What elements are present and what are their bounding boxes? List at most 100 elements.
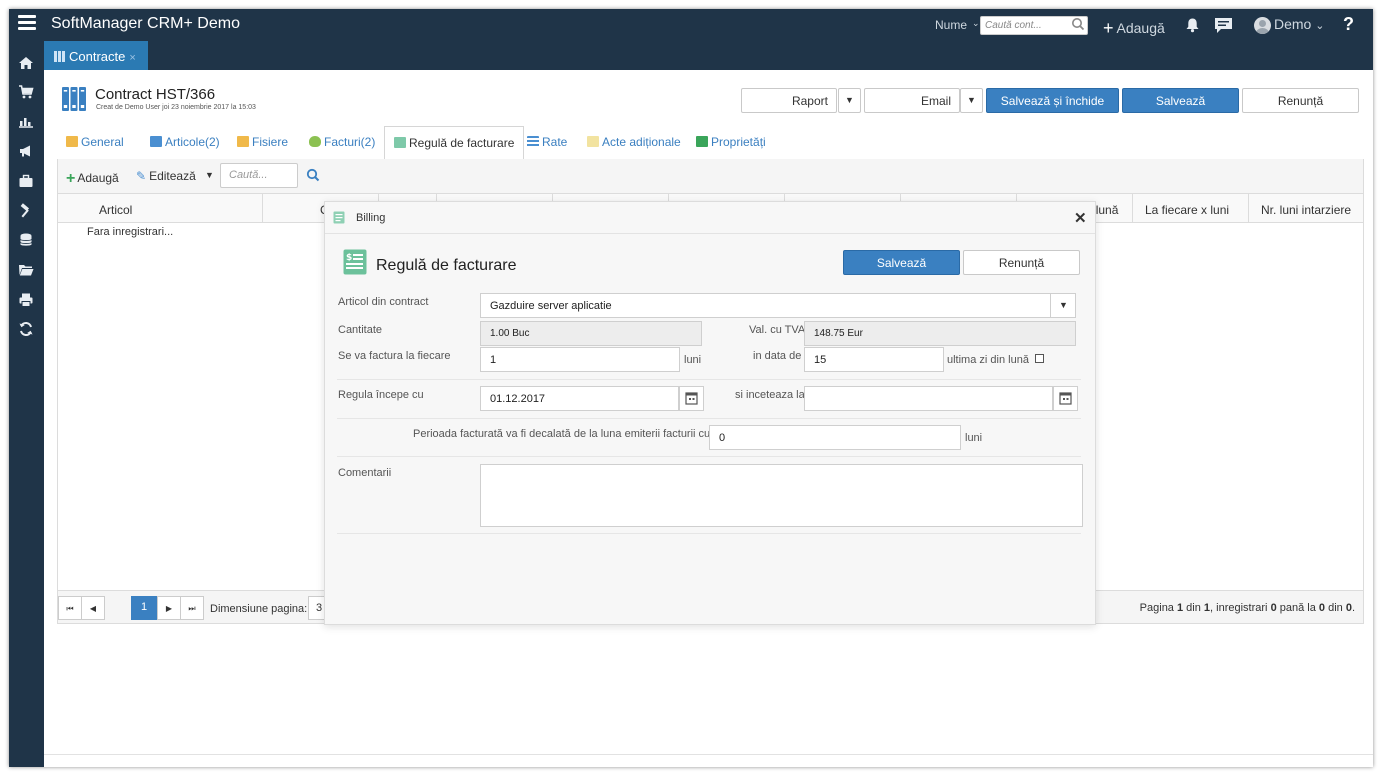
billing-document-icon: $: [343, 249, 367, 275]
user-menu[interactable]: Demo ⌄: [1254, 16, 1324, 34]
comments-label: Comentarii: [338, 467, 392, 479]
tab-contracte[interactable]: Contracte ×: [44, 41, 148, 70]
briefcase-icon[interactable]: [18, 173, 34, 189]
search-icon[interactable]: [306, 168, 320, 182]
prev-page-button[interactable]: ◀: [81, 596, 105, 620]
value-vat-field: 148.75 Eur: [804, 321, 1076, 346]
folder-icon: [66, 136, 78, 147]
app-title: SoftManager CRM+ Demo: [51, 15, 240, 32]
pager-text: , inregistrari: [1210, 602, 1271, 614]
current-page-button[interactable]: 1: [131, 596, 157, 620]
tab-general[interactable]: General: [57, 126, 133, 159]
grid-edit-button[interactable]: ✎ Editează: [136, 169, 196, 183]
add-label: Adaugă: [1116, 20, 1165, 36]
folder-icon[interactable]: [18, 262, 34, 278]
tab-label: Facturi(2): [324, 135, 376, 149]
grid-add-button[interactable]: + Adaugă: [66, 169, 119, 187]
cube-icon: [150, 136, 162, 147]
hammer-icon[interactable]: [18, 203, 34, 219]
tab-rate[interactable]: Rate: [518, 126, 576, 159]
dialog-save-button[interactable]: Salvează: [843, 250, 960, 275]
column-header[interactable]: Articol: [58, 194, 263, 222]
end-label: si inceteaza la: [735, 389, 805, 401]
dialog-header: Billing ✕: [325, 202, 1095, 234]
calendar-icon: [1059, 392, 1072, 405]
last-day-label: ultima zi din lună: [947, 354, 1029, 366]
article-label: Articol din contract: [338, 296, 429, 308]
column-header[interactable]: Nr. luni intarziere: [1249, 194, 1363, 222]
pager-text: Pagina: [1139, 602, 1177, 614]
comments-textarea[interactable]: [480, 464, 1083, 527]
search-scope-label[interactable]: Nume: [935, 18, 967, 32]
save-button[interactable]: Salvează: [1122, 88, 1239, 113]
start-date-input[interactable]: 01.12.2017: [480, 386, 679, 411]
help-icon[interactable]: ?: [1343, 14, 1354, 35]
dialog-cancel-button[interactable]: Renunță: [963, 250, 1080, 275]
user-name: Demo: [1274, 16, 1312, 32]
calendar-icon: [685, 392, 698, 405]
tab-articole[interactable]: Articole(2): [141, 126, 229, 159]
calendar-button[interactable]: [679, 386, 704, 411]
end-date-input[interactable]: [804, 386, 1053, 411]
first-page-button[interactable]: ⏮: [58, 596, 82, 620]
tab-proprietati[interactable]: Proprietăți: [687, 126, 775, 159]
refresh-icon[interactable]: [18, 321, 34, 337]
report-button[interactable]: Raport: [741, 88, 837, 113]
last-page-button[interactable]: ⏭: [180, 596, 204, 620]
save-and-close-button[interactable]: Salvează și închide: [986, 88, 1119, 113]
chat-icon[interactable]: [1214, 17, 1233, 34]
list-icon: [527, 136, 539, 147]
database-icon[interactable]: [18, 232, 34, 248]
caret-down-icon: ▼: [845, 95, 854, 105]
billing-day-input[interactable]: 15: [804, 347, 944, 372]
pager-info: Pagina 1 din 1, inregistrari 0 pană la 0…: [1140, 602, 1355, 614]
megaphone-icon[interactable]: [18, 143, 34, 159]
tab-label: Rate: [542, 135, 568, 149]
folder-icon: [237, 136, 249, 147]
close-icon[interactable]: ×: [129, 52, 135, 64]
tab-fisiere[interactable]: Fisiere: [228, 126, 297, 159]
email-button[interactable]: Email: [864, 88, 960, 113]
tab-label: Fisiere: [252, 135, 289, 149]
grid-edit-label: Editează: [149, 169, 196, 183]
footer-divider: [44, 754, 1373, 755]
tab-facturi[interactable]: Facturi(2): [300, 126, 384, 159]
edit-dropdown-icon[interactable]: ▼: [205, 170, 214, 180]
report-dropdown-button[interactable]: ▼: [838, 88, 861, 113]
sidebar: [9, 41, 44, 767]
content-area: Contract HST/366 Creat de Demo User joi …: [44, 70, 1373, 767]
cancel-button[interactable]: Renunță: [1242, 88, 1359, 113]
chevron-down-icon[interactable]: ⌄: [972, 18, 980, 29]
article-select[interactable]: Gazduire server aplicatie: [480, 293, 1076, 318]
app-window: SoftManager CRM+ Demo Nume ⌄ Caută cont.…: [9, 9, 1373, 767]
on-date-label: in data de: [753, 350, 802, 362]
tab-acte-aditionale[interactable]: Acte adiționale: [578, 126, 690, 159]
grid-search-input[interactable]: Caută...: [220, 163, 298, 188]
caret-down-icon[interactable]: ▼: [1059, 300, 1068, 310]
home-icon[interactable]: [18, 55, 34, 71]
document-icon: [394, 137, 406, 148]
column-header[interactable]: La fiecare x luni: [1133, 194, 1249, 222]
print-icon[interactable]: [18, 292, 34, 308]
search-icon[interactable]: [1071, 17, 1085, 31]
chart-icon[interactable]: [18, 113, 34, 129]
tab-regula-de-facturare[interactable]: Regulă de facturare: [384, 126, 525, 160]
contract-icon: [62, 87, 86, 111]
calendar-button[interactable]: [1053, 386, 1078, 411]
close-icon[interactable]: ✕: [1074, 209, 1087, 227]
every-months-input[interactable]: 1: [480, 347, 680, 372]
chart-doc-icon: [696, 136, 708, 147]
cart-icon[interactable]: [18, 84, 34, 100]
contract-tabs: General Articole(2) Fisiere Facturi(2) R…: [57, 126, 1364, 160]
value-vat-label: Val. cu TVA: [749, 324, 806, 336]
add-button[interactable]: + Adaugă: [1103, 17, 1165, 38]
start-label: Regula începe cu: [338, 389, 424, 401]
grid-toolbar: + Adaugă ✎ Editează ▼ Caută...: [57, 159, 1364, 194]
last-day-checkbox[interactable]: [1035, 354, 1044, 363]
email-dropdown-button[interactable]: ▼: [960, 88, 983, 113]
bell-icon[interactable]: [1185, 17, 1200, 33]
offset-months-input[interactable]: 0: [709, 425, 961, 450]
hamburger-menu-icon[interactable]: [18, 15, 36, 33]
next-page-button[interactable]: ▶: [157, 596, 181, 620]
page-subtitle: Creat de Demo User joi 23 noiembrie 2017…: [96, 104, 256, 111]
